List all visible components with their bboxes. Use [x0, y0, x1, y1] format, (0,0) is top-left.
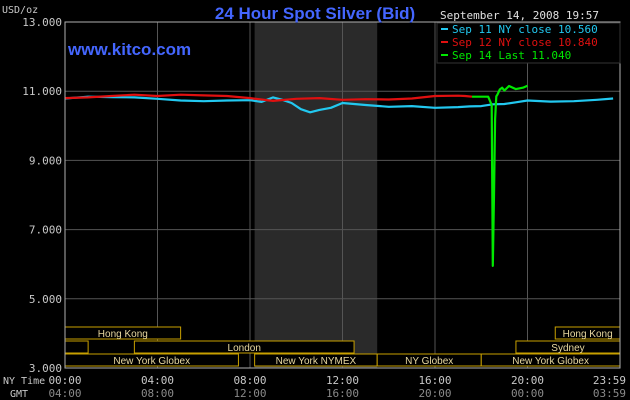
session-label: New York Globex	[512, 356, 589, 367]
x-tick-label-ny: 23:59	[593, 374, 626, 387]
session-box	[64, 340, 89, 354]
x-tick-label-ny: 04:00	[141, 374, 174, 387]
x-tick-label-ny: 20:00	[511, 374, 544, 387]
y-tick-label: 9.000	[29, 154, 62, 167]
session-label: Sydney	[551, 343, 584, 354]
x-row-label-ny: NY Time	[3, 376, 45, 387]
y-tick-label: 11.000	[22, 85, 62, 98]
chart-datetime: September 14, 2008 19:57	[440, 9, 599, 22]
x-tick-label-ny: 12:00	[326, 374, 359, 387]
session-label: NY Globex	[405, 356, 453, 367]
y-tick-label: 5.000	[29, 293, 62, 306]
legend-sep12: Sep 12 NY close 10.840	[452, 36, 598, 49]
legend-sep11: Sep 11 NY close 10.560	[452, 23, 598, 36]
x-row-label-gmt: GMT	[10, 389, 28, 400]
y-tick-label: 13.000	[22, 16, 62, 29]
x-tick-label-gmt: 16:00	[326, 387, 359, 400]
x-tick-label-gmt: 20:00	[418, 387, 451, 400]
legend-sep14: Sep 14 Last 11.040	[452, 49, 571, 62]
session-label: London	[228, 343, 261, 354]
x-tick-label-gmt: 12:00	[233, 387, 266, 400]
session-label: New York NYMEX	[276, 356, 357, 367]
kitco-watermark: www.kitco.com	[67, 40, 191, 59]
session-label: Hong Kong	[563, 329, 613, 340]
y-tick-label: 7.000	[29, 224, 62, 237]
silver-chart: Hong Kong London New York Globex New York N…	[0, 0, 630, 400]
session-label: New York Globex	[113, 356, 190, 367]
x-tick-label-ny: 00:00	[48, 374, 81, 387]
x-tick-label-gmt: 08:00	[141, 387, 174, 400]
x-tick-label-gmt: 03:59	[593, 387, 626, 400]
y-axis-label: USD/oz	[2, 5, 38, 16]
x-tick-label-gmt: 00:00	[511, 387, 544, 400]
nymex-session-shade	[254, 22, 378, 368]
x-tick-label-gmt: 04:00	[48, 387, 81, 400]
session-label: Hong Kong	[98, 329, 148, 340]
chart-title: 24 Hour Spot Silver (Bid)	[215, 4, 415, 23]
x-tick-label-ny: 16:00	[418, 374, 451, 387]
legend: Sep 11 NY close 10.560 Sep 12 NY close 1…	[436, 22, 621, 64]
x-tick-label-ny: 08:00	[233, 374, 266, 387]
